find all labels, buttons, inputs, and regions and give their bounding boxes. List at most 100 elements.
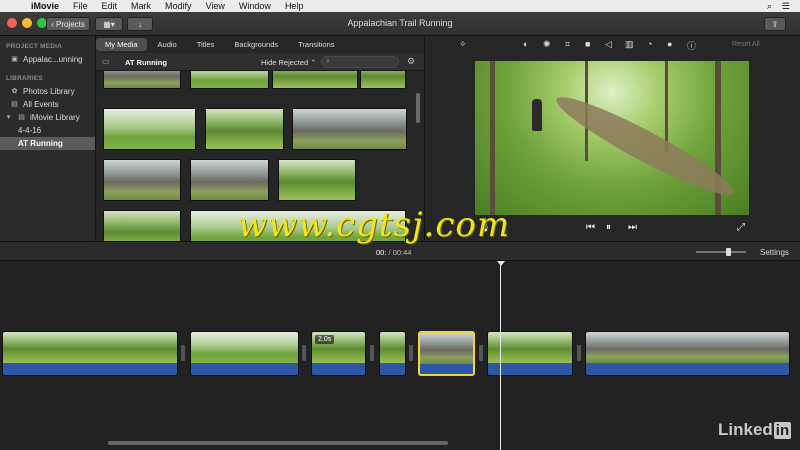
disclosure-triangle-icon[interactable]: ▾ xyxy=(4,111,13,124)
filter-dropdown[interactable]: Hide Rejected ⌃ xyxy=(261,58,316,67)
tab-transitions[interactable]: Transitions xyxy=(289,38,343,51)
timeline-clip[interactable] xyxy=(2,331,178,376)
zoom-slider-knob[interactable] xyxy=(726,248,731,256)
zoom-slider[interactable] xyxy=(696,248,746,256)
transition-marker[interactable] xyxy=(577,345,581,361)
reset-all-button[interactable]: Reset All xyxy=(732,41,760,48)
sidebar-item-imovie-library[interactable]: ▾ ▤ iMovie Library xyxy=(0,111,95,124)
sidebar-item-all-events[interactable]: ▤ All Events xyxy=(0,98,95,111)
tab-audio[interactable]: Audio xyxy=(149,38,186,51)
clip-thumbnail[interactable] xyxy=(205,108,284,150)
transition-marker[interactable] xyxy=(479,345,483,361)
stabilization-icon[interactable]: ■ xyxy=(585,39,590,49)
clip-filmstrip xyxy=(380,332,405,363)
skip-back-icon[interactable]: ⏮ xyxy=(586,222,595,233)
volume-icon[interactable]: ◁ xyxy=(605,39,612,50)
clip-thumbnail[interactable] xyxy=(190,159,269,201)
transition-marker[interactable] xyxy=(302,345,306,361)
info-icon[interactable]: ⓘ xyxy=(687,39,696,52)
tab-titles[interactable]: Titles xyxy=(188,38,224,51)
skip-forward-icon[interactable]: ⏭ xyxy=(628,222,637,233)
menu-view[interactable]: View xyxy=(199,0,232,12)
filter-icon[interactable]: ● xyxy=(667,39,672,49)
clip-thumbnail[interactable] xyxy=(278,159,356,201)
timeline-clip[interactable] xyxy=(190,331,299,376)
clip-thumbnail[interactable] xyxy=(103,71,181,89)
pause-icon[interactable]: ⏸ xyxy=(606,222,611,233)
clip-thumbnail[interactable] xyxy=(272,71,358,89)
menu-modify[interactable]: Modify xyxy=(158,0,199,12)
clip-thumbnail[interactable] xyxy=(103,108,196,150)
clapper-icon: ▣ xyxy=(11,56,18,63)
speed-icon[interactable]: ◔ xyxy=(647,39,652,49)
current-time: 00: xyxy=(376,248,387,257)
crop-icon[interactable]: ⌗ xyxy=(565,39,570,50)
timeline-scrollbar[interactable] xyxy=(108,441,448,445)
noise-reduction-icon[interactable]: ▥ xyxy=(625,39,634,50)
libraries-header: LIBRARIES xyxy=(6,75,43,82)
video-preview[interactable] xyxy=(475,61,749,215)
playhead[interactable] xyxy=(500,261,501,450)
tree-trunk xyxy=(665,61,668,151)
share-button[interactable]: ⇪ xyxy=(764,17,786,31)
linkedin-logo: Linked in xyxy=(718,420,792,440)
clip-thumbnail[interactable] xyxy=(103,159,181,201)
project-timeline[interactable]: 2.0s xyxy=(0,261,800,450)
transition-marker[interactable] xyxy=(181,345,185,361)
timeline-clip[interactable]: 2.0s xyxy=(311,331,366,376)
sidebar-item-label: 4-4-16 xyxy=(18,126,42,135)
audio-waveform xyxy=(3,363,177,375)
timeline-clip[interactable] xyxy=(585,331,790,376)
sidebar-toggle-icon[interactable]: ▭ xyxy=(102,57,110,66)
clip-filmstrip xyxy=(420,333,473,364)
libraries-sidebar: PROJECT MEDIA ▣ Appalac...unning LIBRARI… xyxy=(0,36,96,241)
browser-scrollbar[interactable] xyxy=(416,93,420,123)
search-icon: ⌕ xyxy=(326,58,330,65)
clip-thumbnail[interactable] xyxy=(190,71,269,89)
menu-window[interactable]: Window xyxy=(232,0,278,12)
fullscreen-icon[interactable]: ⤢ xyxy=(737,222,745,233)
menu-file[interactable]: File xyxy=(66,0,95,12)
timeline-clip-selected[interactable] xyxy=(418,331,475,376)
search-icon[interactable]: ⌕ xyxy=(767,1,772,12)
menu-mark[interactable]: Mark xyxy=(124,0,158,12)
audio-waveform xyxy=(420,364,473,374)
audio-waveform xyxy=(586,363,789,375)
color-correction-icon[interactable]: ✺ xyxy=(543,39,551,50)
photos-icon: ✿ xyxy=(11,88,18,95)
gear-icon[interactable]: ⚙ xyxy=(407,56,415,67)
clip-thumbnail[interactable] xyxy=(360,71,406,89)
sidebar-item-project[interactable]: ▣ Appalac...unning xyxy=(0,53,95,66)
playhead-handle[interactable] xyxy=(497,261,505,266)
runner-figure xyxy=(532,99,542,131)
transition-marker[interactable] xyxy=(409,345,413,361)
clip-filmstrip xyxy=(3,332,177,363)
clip-thumbnail[interactable] xyxy=(292,108,407,150)
timeline-clip[interactable] xyxy=(379,331,406,376)
sidebar-item-label: All Events xyxy=(23,100,59,109)
menu-imovie[interactable]: iMovie xyxy=(24,0,66,12)
library-icon: ▤ xyxy=(18,114,25,121)
window-title: Appalachian Trail Running xyxy=(347,18,453,28)
transition-marker[interactable] xyxy=(370,345,374,361)
time-display: 00: / 00:44 xyxy=(376,248,411,257)
menu-edit[interactable]: Edit xyxy=(95,0,125,12)
tab-backgrounds[interactable]: Backgrounds xyxy=(225,38,287,51)
sidebar-item-photos-library[interactable]: ✿ Photos Library xyxy=(0,85,95,98)
clip-thumbnail[interactable] xyxy=(103,210,181,241)
settings-button[interactable]: Settings xyxy=(760,248,789,257)
list-icon[interactable]: ☰ xyxy=(782,1,790,12)
tab-my-media[interactable]: My Media xyxy=(96,38,147,51)
sidebar-item-label: iMovie Library xyxy=(30,113,80,122)
sidebar-item-event-4-4-16[interactable]: 4-4-16 xyxy=(0,124,95,137)
search-field[interactable]: ⌕ xyxy=(321,56,399,68)
color-balance-icon[interactable]: ◐ xyxy=(523,39,528,49)
adjustment-toolbar: ✧ ◐ ✺ ⌗ ■ ◁ ▥ ◔ ● ⓘ Reset All xyxy=(425,36,800,53)
menu-help[interactable]: Help xyxy=(278,0,311,12)
clip-filmstrip xyxy=(586,332,789,363)
trail xyxy=(549,85,741,207)
sidebar-item-label: Appalac...unning xyxy=(23,55,83,64)
sidebar-item-label: AT Running xyxy=(18,139,63,148)
sidebar-item-at-running[interactable]: AT Running xyxy=(0,137,95,150)
magic-wand-icon[interactable]: ✧ xyxy=(459,39,467,50)
